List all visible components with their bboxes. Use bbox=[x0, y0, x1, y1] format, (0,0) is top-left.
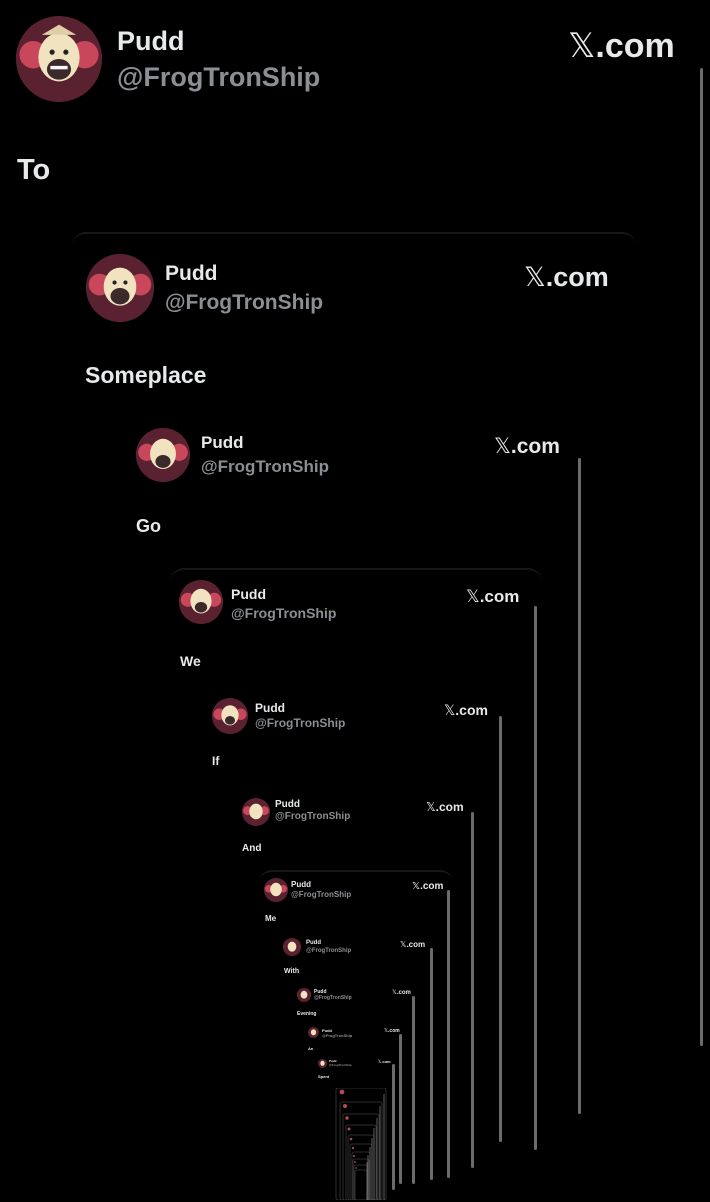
scrollbar[interactable] bbox=[399, 1034, 402, 1184]
avatar[interactable] bbox=[16, 16, 102, 102]
post-text: With bbox=[284, 968, 300, 975]
x-logo-icon: 𝕏 bbox=[426, 800, 436, 814]
x-logo-icon: 𝕏 bbox=[494, 434, 511, 458]
post-text: If bbox=[212, 754, 220, 768]
scrollbar[interactable] bbox=[499, 716, 502, 1142]
author-handle[interactable]: @FrogTronShip bbox=[275, 811, 350, 822]
brand-suffix: .com bbox=[396, 990, 411, 996]
author-handle[interactable]: @FrogTronShip bbox=[322, 1033, 352, 1038]
avatar-icon bbox=[264, 878, 288, 902]
author-handle[interactable]: @FrogTronShip bbox=[314, 995, 352, 1001]
avatar[interactable] bbox=[136, 428, 190, 482]
post-text: Go bbox=[136, 516, 161, 536]
brand-logo[interactable]: 𝕏.com bbox=[384, 1028, 400, 1034]
avatar[interactable] bbox=[283, 938, 301, 956]
avatar-icon bbox=[136, 428, 190, 482]
brand-logo[interactable]: 𝕏.com bbox=[524, 262, 609, 293]
brand-suffix: .com bbox=[420, 881, 444, 892]
author-name[interactable]: Pudd bbox=[291, 880, 311, 889]
scrollbar[interactable] bbox=[700, 68, 703, 1046]
avatar-icon bbox=[318, 1059, 327, 1068]
author-name[interactable]: Pudd bbox=[275, 799, 300, 810]
avatar-icon bbox=[179, 580, 223, 624]
post-text: Me bbox=[265, 914, 277, 923]
avatar[interactable] bbox=[308, 1027, 319, 1038]
brand-suffix: .com bbox=[388, 1028, 400, 1034]
brand-suffix: .com bbox=[455, 702, 488, 718]
author-handle[interactable]: @FrogTronShip bbox=[306, 948, 351, 954]
avatar-icon bbox=[283, 938, 301, 956]
avatar[interactable] bbox=[179, 580, 223, 624]
brand-suffix: .com bbox=[595, 27, 675, 65]
recursion-tunnel bbox=[335, 1088, 387, 1200]
x-logo-icon: 𝕏 bbox=[524, 262, 546, 293]
brand-logo[interactable]: 𝕏.com bbox=[400, 940, 425, 949]
brand-suffix: .com bbox=[381, 1059, 391, 1064]
author-name[interactable]: Pudd bbox=[201, 433, 244, 453]
author-name[interactable]: Pudd bbox=[231, 586, 266, 602]
author-handle[interactable]: @FrogTronShip bbox=[329, 1063, 352, 1067]
author-handle[interactable]: @FrogTronShip bbox=[255, 716, 345, 730]
author-name[interactable]: Pudd bbox=[306, 940, 321, 946]
post-text: Someplace bbox=[85, 362, 207, 388]
author-name[interactable]: Pudd bbox=[165, 262, 218, 286]
scrollbar[interactable] bbox=[447, 890, 450, 1178]
x-logo-icon: 𝕏 bbox=[466, 587, 480, 607]
brand-suffix: .com bbox=[479, 587, 520, 606]
author-handle[interactable]: @FrogTronShip bbox=[165, 291, 323, 315]
avatar[interactable] bbox=[242, 798, 270, 826]
avatar[interactable] bbox=[212, 698, 248, 734]
scrollbar[interactable] bbox=[471, 812, 474, 1168]
avatar-icon bbox=[308, 1027, 319, 1038]
avatar[interactable] bbox=[318, 1059, 327, 1068]
brand-logo[interactable]: 𝕏.com bbox=[494, 434, 560, 459]
scrollbar[interactable] bbox=[578, 458, 581, 1114]
brand-suffix: .com bbox=[435, 800, 464, 814]
avatar-icon bbox=[16, 16, 102, 102]
scrollbar[interactable] bbox=[430, 948, 433, 1180]
tiny-rails bbox=[366, 1094, 385, 1200]
author-handle[interactable]: @FrogTronShip bbox=[291, 890, 351, 899]
author-handle[interactable]: @FrogTronShip bbox=[201, 457, 329, 477]
post-text: We bbox=[180, 653, 201, 669]
avatar[interactable] bbox=[297, 988, 311, 1002]
post-text: And bbox=[242, 843, 262, 854]
post-text: An bbox=[308, 1046, 314, 1051]
x-logo-icon: 𝕏 bbox=[568, 26, 596, 66]
author-handle[interactable]: @FrogTronShip bbox=[231, 605, 336, 621]
author-name[interactable]: Pudd bbox=[117, 26, 185, 57]
brand-logo[interactable]: 𝕏.com bbox=[426, 800, 464, 814]
scrollbar[interactable] bbox=[534, 606, 537, 1150]
brand-logo[interactable]: 𝕏.com bbox=[568, 26, 675, 66]
brand-logo[interactable]: 𝕏.com bbox=[392, 989, 411, 996]
brand-logo[interactable]: 𝕏.com bbox=[412, 881, 443, 892]
post-text: To bbox=[17, 154, 51, 186]
avatar-icon bbox=[242, 798, 270, 826]
avatar-icon bbox=[297, 988, 311, 1002]
author-name[interactable]: Pudd bbox=[255, 701, 285, 715]
avatar-icon bbox=[212, 698, 248, 734]
avatar[interactable] bbox=[86, 254, 154, 322]
post-text: Evening bbox=[297, 1011, 317, 1017]
brand-logo[interactable]: 𝕏.com bbox=[466, 587, 519, 607]
scrollbar[interactable] bbox=[392, 1064, 395, 1190]
author-handle[interactable]: @FrogTronShip bbox=[117, 62, 320, 93]
avatar[interactable] bbox=[264, 878, 288, 902]
brand-logo[interactable]: 𝕏.com bbox=[378, 1059, 391, 1064]
brand-suffix: .com bbox=[510, 435, 560, 458]
brand-suffix: .com bbox=[406, 940, 426, 949]
brand-logo[interactable]: 𝕏.com bbox=[444, 702, 488, 719]
brand-suffix: .com bbox=[545, 262, 609, 292]
post-text: Spent bbox=[318, 1074, 330, 1079]
scrollbar[interactable] bbox=[412, 996, 415, 1184]
avatar-icon bbox=[86, 254, 154, 322]
x-logo-icon: 𝕏 bbox=[412, 881, 421, 892]
x-logo-icon: 𝕏 bbox=[444, 703, 456, 719]
